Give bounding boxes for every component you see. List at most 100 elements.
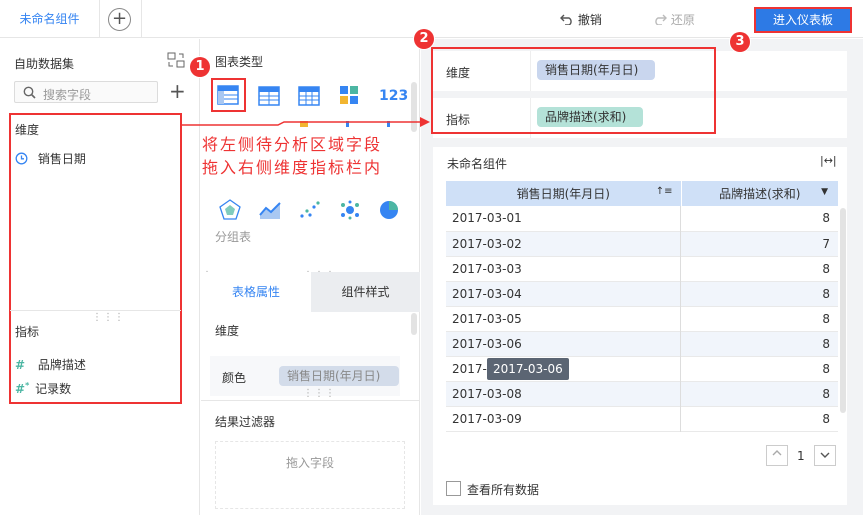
value-cell: 8 xyxy=(822,411,830,426)
group-table-icon[interactable] xyxy=(217,85,241,107)
table-row[interactable]: 2017-03-06 8 xyxy=(446,331,838,356)
color-property-label: 颜色 xyxy=(222,371,247,385)
date-cell: 2017-03-06 xyxy=(452,336,522,351)
color-grid-icon[interactable] xyxy=(339,85,363,107)
table-row[interactable]: 2017-03-05 8 xyxy=(446,306,838,331)
indicator-field-brand[interactable]: # 品牌描述 xyxy=(15,356,86,373)
value-cell: 8 xyxy=(822,361,830,376)
add-field-icon[interactable]: + xyxy=(169,80,186,102)
dropdown-arrow-icon[interactable]: ▼ xyxy=(821,187,828,197)
redo-label: 还原 xyxy=(670,13,695,27)
table-row[interactable]: 2017-03-02 7 xyxy=(446,231,838,256)
column-header-date[interactable]: 销售日期(年月日) ↑≡ xyxy=(446,181,682,206)
sort-icon[interactable]: ↑≡ xyxy=(656,186,673,197)
table-row[interactable]: 2017-03-08 8 xyxy=(446,381,838,406)
date-cell: 2017-03-04 xyxy=(452,286,522,301)
color-field-chip[interactable]: 销售日期(年月日) xyxy=(279,366,399,386)
step-badge-1: 1 xyxy=(190,57,210,77)
step-badge-2: 2 xyxy=(414,29,434,49)
column-header-date-label: 销售日期(年月日) xyxy=(516,187,610,201)
chart-type-title: 图表类型 xyxy=(215,55,264,69)
value-cell: 8 xyxy=(822,386,830,401)
table-row[interactable]: 2017-03-04 8 xyxy=(446,281,838,306)
property-scrollbar[interactable] xyxy=(411,313,417,335)
dimension-section-title: 维度 xyxy=(15,123,40,137)
value-cell: 8 xyxy=(822,261,830,276)
radar-chart-icon[interactable] xyxy=(219,199,243,221)
pie-chart-icon[interactable] xyxy=(379,200,403,222)
dimension-property-label: 维度 xyxy=(215,324,240,338)
table-scrollbar[interactable] xyxy=(840,208,846,413)
filter-drop-zone[interactable] xyxy=(215,441,405,509)
drag-tooltip: 2017-03-06 xyxy=(487,358,569,380)
drop-hint: 拖入字段 xyxy=(286,456,335,470)
splitter-grip[interactable]: ⋮⋮⋮ xyxy=(303,388,336,399)
value-cell: 7 xyxy=(822,236,830,251)
data-table: 销售日期(年月日) ↑≡ 品牌描述(求和) ▼ 2017-03-01 8 2017-… xyxy=(446,181,838,432)
indicator-field-label: 记录数 xyxy=(35,382,72,396)
bubble-chart-icon[interactable] xyxy=(339,199,363,221)
table-header: 销售日期(年月日) ↑≡ 品牌描述(求和) ▼ xyxy=(446,181,838,206)
section-divider xyxy=(10,310,181,311)
instruction-line-1: 将左侧待分析区域字段 xyxy=(202,135,383,154)
date-cell: 2017-03-05 xyxy=(452,311,522,326)
date-cell: 2017-03-03 xyxy=(452,261,522,276)
tab-component-style[interactable]: 组件样式 xyxy=(311,272,420,312)
chevron-up-icon xyxy=(772,450,782,456)
clock-icon xyxy=(15,152,28,165)
step-badge-3: 3 xyxy=(730,32,750,52)
column-header-brand-label: 品牌描述(求和) xyxy=(719,187,801,201)
table-row[interactable]: 2017-03-01 8 xyxy=(446,206,838,231)
undo-icon xyxy=(560,14,572,26)
component-title: 未命名组件 xyxy=(447,157,508,171)
count-field-icon: #* xyxy=(15,381,30,396)
dataset-title: 自助数据集 xyxy=(14,57,75,71)
table-row[interactable]: 2017-03-09 8 xyxy=(446,406,838,431)
undo-button[interactable]: 撤销 xyxy=(560,11,602,28)
page-prev-button[interactable] xyxy=(766,445,788,466)
tab-divider xyxy=(141,0,142,38)
kpi-number-icon[interactable]: 123 xyxy=(379,88,408,104)
dimension-field-sale-date[interactable]: 销售日期 xyxy=(15,150,86,167)
add-tab-button[interactable]: + xyxy=(108,8,131,31)
redo-icon xyxy=(655,14,667,26)
result-filter-title: 结果过滤器 xyxy=(215,415,276,429)
switch-dataset-icon[interactable] xyxy=(167,52,185,68)
dimension-field-label: 销售日期 xyxy=(37,152,86,166)
column-divider xyxy=(680,206,681,432)
chevron-down-icon xyxy=(820,452,830,458)
area-chart-icon[interactable] xyxy=(259,200,283,222)
section-divider xyxy=(201,400,420,401)
scatter-chart-icon[interactable] xyxy=(299,200,323,222)
group-table-label: 分组表 xyxy=(215,230,252,244)
search-input[interactable]: 搜索字段 xyxy=(14,81,158,103)
detail-table-icon[interactable] xyxy=(258,86,282,108)
undo-label: 撤销 xyxy=(577,13,602,27)
cross-table-icon[interactable] xyxy=(298,86,322,108)
page-next-button[interactable] xyxy=(814,445,836,466)
page-number: 1 xyxy=(797,449,805,463)
table-row[interactable]: 2017-03-03 8 xyxy=(446,256,838,281)
target-slots-highlight xyxy=(431,47,716,134)
search-placeholder: 搜索字段 xyxy=(43,88,92,102)
tab-table-properties[interactable]: 表格属性 xyxy=(201,272,311,312)
search-icon xyxy=(23,86,36,99)
panel-splitter-grip[interactable]: ⋮⋮⋮ xyxy=(92,312,125,323)
view-all-checkbox[interactable] xyxy=(446,481,461,496)
indicator-field-label: 品牌描述 xyxy=(37,358,86,372)
value-cell: 8 xyxy=(822,211,830,226)
value-cell: 8 xyxy=(822,336,830,351)
column-header-brand[interactable]: 品牌描述(求和) ▼ xyxy=(681,181,838,206)
enter-dashboard-button[interactable]: 进入仪表板 xyxy=(754,7,852,33)
number-field-icon: # xyxy=(15,358,26,372)
fit-width-icon[interactable]: |↔| xyxy=(820,154,837,167)
view-all-label: 查看所有数据 xyxy=(467,483,540,497)
date-cell: 2017-03-01 xyxy=(452,211,522,226)
redo-button[interactable]: 还原 xyxy=(653,11,695,28)
indicator-field-record-count[interactable]: #* 记录数 xyxy=(15,380,71,397)
value-cell: 8 xyxy=(822,286,830,301)
date-cell: 2017-03-02 xyxy=(452,236,522,251)
indicator-section-title: 指标 xyxy=(15,325,40,339)
tab-unnamed-component[interactable]: 未命名组件 xyxy=(0,0,100,38)
drag-arrow-icon xyxy=(180,117,430,127)
